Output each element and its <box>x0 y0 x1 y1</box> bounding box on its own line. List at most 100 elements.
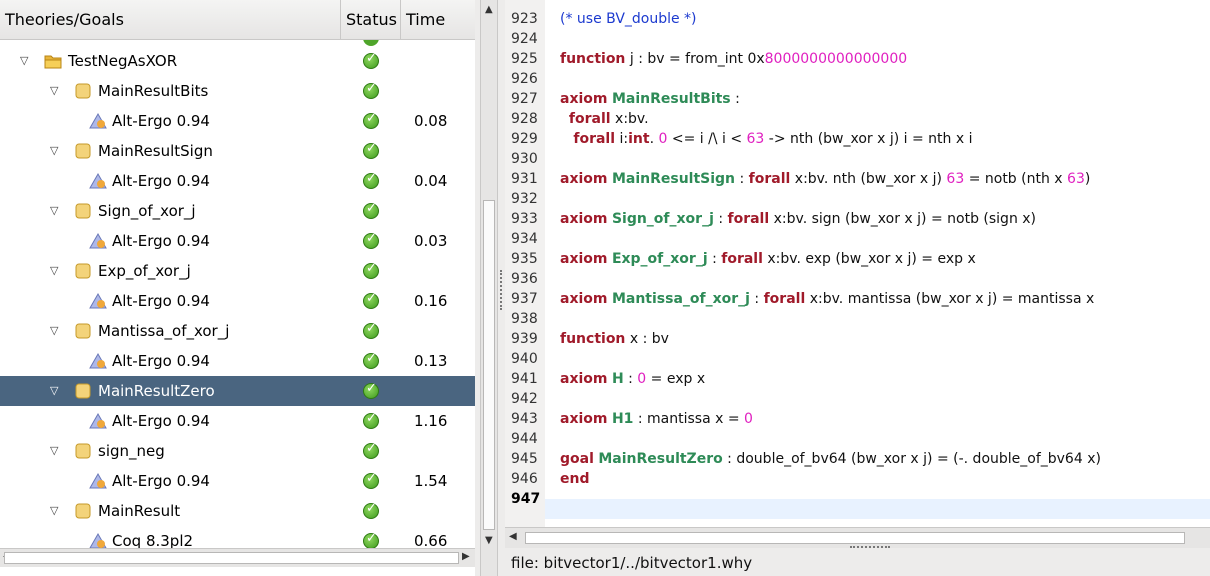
row-label: sign_neg <box>98 442 165 460</box>
prover-row[interactable]: Alt-Ergo 0.94 0.08 <box>0 106 475 136</box>
proof-time: 0.08 <box>414 112 448 130</box>
line-number: 931 <box>511 171 538 187</box>
code-line[interactable]: axiom MainResultSign : forall x:bv. nth … <box>560 169 1090 189</box>
goal-icon <box>74 82 92 100</box>
column-header-status[interactable]: Status <box>341 0 401 40</box>
row-label: Exp_of_xor_j <box>98 262 191 280</box>
tree-vscroll-thumb[interactable] <box>483 200 495 530</box>
line-number: 944 <box>511 431 538 447</box>
proof-time: 0.66 <box>414 532 448 548</box>
goal-row[interactable]: ▽ sign_neg <box>0 436 475 466</box>
expander-icon[interactable]: ▽ <box>50 324 58 337</box>
goal-row[interactable]: ▽ MainResultSign <box>0 136 475 166</box>
goal-row[interactable]: ▽ MainResult <box>0 496 475 526</box>
prover-row[interactable]: Alt-Ergo 0.94 0.16 <box>0 286 475 316</box>
code-line[interactable]: axiom MainResultBits : <box>560 89 740 109</box>
editor-hscroll-thumb[interactable] <box>525 532 1185 544</box>
code-line[interactable]: end <box>560 469 589 489</box>
prover-row[interactable]: Alt-Ergo 0.94 1.16 <box>0 406 475 436</box>
code-line[interactable]: axiom H1 : mantissa x = 0 <box>560 409 753 429</box>
expander-icon[interactable]: ▽ <box>50 204 58 217</box>
proof-time: 1.16 <box>414 412 448 430</box>
tree-horizontal-scrollbar[interactable]: ◀ ▶ <box>0 548 475 567</box>
goal-row[interactable]: ▽ Mantissa_of_xor_j <box>0 316 475 346</box>
prover-row[interactable]: Alt-Ergo 0.94 1.54 <box>0 466 475 496</box>
code-line[interactable]: function x : bv <box>560 329 669 349</box>
status-valid-icon <box>363 81 379 99</box>
code-line[interactable]: axiom Mantissa_of_xor_j : forall x:bv. m… <box>560 289 1094 309</box>
line-number: 929 <box>511 131 538 147</box>
status-valid-icon <box>363 501 379 519</box>
tree-vertical-scrollbar[interactable]: ▲ ▼ <box>480 0 498 576</box>
proof-time: 1.54 <box>414 472 448 490</box>
proof-time: 0.04 <box>414 172 448 190</box>
column-header-time[interactable]: Time <box>401 0 475 40</box>
code-line[interactable]: axiom H : 0 = exp x <box>560 369 705 389</box>
proof-time: 0.13 <box>414 352 448 370</box>
line-number: 933 <box>511 211 538 227</box>
prover-row[interactable]: Coq 8.3pl2 0.66 <box>0 526 475 548</box>
code-line[interactable]: axiom Sign_of_xor_j : forall x:bv. sign … <box>560 209 1036 229</box>
line-number: 945 <box>511 451 538 467</box>
status-valid-icon <box>363 261 379 279</box>
code-line[interactable]: axiom Exp_of_xor_j : forall x:bv. exp (b… <box>560 249 976 269</box>
current-line-highlight <box>545 499 1210 519</box>
status-valid-icon <box>363 531 379 548</box>
expander-icon[interactable]: ▽ <box>50 444 58 457</box>
prover-icon <box>88 472 107 490</box>
source-editor[interactable]: 923 (* use BV_double *) 924 925 function j :… <box>505 0 1210 527</box>
line-number: 926 <box>511 71 538 87</box>
scroll-left-icon[interactable]: ◀ <box>509 531 517 542</box>
status-valid-icon <box>363 321 379 339</box>
line-number: 924 <box>511 31 538 47</box>
status-valid-icon <box>363 351 379 369</box>
line-number: 925 <box>511 51 538 67</box>
line-number: 946 <box>511 471 538 487</box>
row-label: Alt-Ergo 0.94 <box>112 292 210 310</box>
prover-icon <box>88 352 107 370</box>
prover-row[interactable]: Alt-Ergo 0.94 0.13 <box>0 346 475 376</box>
scroll-down-icon[interactable]: ▼ <box>485 535 493 546</box>
line-number: 939 <box>511 331 538 347</box>
expander-icon[interactable]: ▽ <box>50 144 58 157</box>
expander-icon[interactable]: ▽ <box>50 384 58 397</box>
tree-hscroll-thumb[interactable] <box>4 552 459 564</box>
row-label: Coq 8.3pl2 <box>112 532 194 548</box>
goal-row[interactable]: ▽ MainResultZero <box>0 376 475 406</box>
goal-row[interactable]: ▽ Sign_of_xor_j <box>0 196 475 226</box>
code-line[interactable]: function j : bv = from_int 0x80000000000… <box>560 49 907 69</box>
theory-row[interactable]: ▽ TestNegAsXOR <box>0 46 475 76</box>
expander-icon[interactable]: ▽ <box>50 264 58 277</box>
prover-row[interactable]: Alt-Ergo 0.94 0.04 <box>0 166 475 196</box>
column-header-theories-goals[interactable]: Theories/Goals <box>0 0 341 40</box>
row-label: Sign_of_xor_j <box>98 202 196 220</box>
code-line[interactable]: goal MainResultZero : double_of_bv64 (bw… <box>560 449 1101 469</box>
prover-row[interactable]: Alt-Ergo 0.94 0.03 <box>0 226 475 256</box>
prover-icon <box>88 532 107 548</box>
code-line[interactable]: forall x:bv. <box>560 109 649 129</box>
scroll-up-icon[interactable]: ▲ <box>485 4 493 15</box>
status-valid-icon <box>363 141 379 159</box>
code-line[interactable]: (* use BV_double *) <box>560 9 697 29</box>
expander-icon[interactable]: ▽ <box>20 54 28 67</box>
row-label: Alt-Ergo 0.94 <box>112 232 210 250</box>
code-line[interactable]: forall i:int. 0 <= i /\ i < 63 -> nth (b… <box>560 129 972 149</box>
status-valid-icon <box>363 471 379 489</box>
goal-icon <box>74 502 92 520</box>
status-valid-icon <box>363 291 379 309</box>
row-label: Alt-Ergo 0.94 <box>112 352 210 370</box>
editor-horizontal-scrollbar[interactable]: ◀ <box>505 527 1210 548</box>
row-label: Alt-Ergo 0.94 <box>112 412 210 430</box>
row-label: MainResultBits <box>98 82 209 100</box>
scroll-right-icon[interactable]: ▶ <box>462 551 470 562</box>
goal-row[interactable]: ▽ Exp_of_xor_j <box>0 256 475 286</box>
status-valid-icon <box>363 111 379 129</box>
expander-icon[interactable]: ▽ <box>50 504 58 517</box>
goal-icon <box>74 382 92 400</box>
row-label: TestNegAsXOR <box>68 52 178 70</box>
goal-row[interactable]: ▽ MainResultBits <box>0 76 475 106</box>
expander-icon[interactable]: ▽ <box>50 84 58 97</box>
row-label: Alt-Ergo 0.94 <box>112 112 210 130</box>
status-valid-icon <box>363 441 379 459</box>
status-valid-icon <box>363 411 379 429</box>
